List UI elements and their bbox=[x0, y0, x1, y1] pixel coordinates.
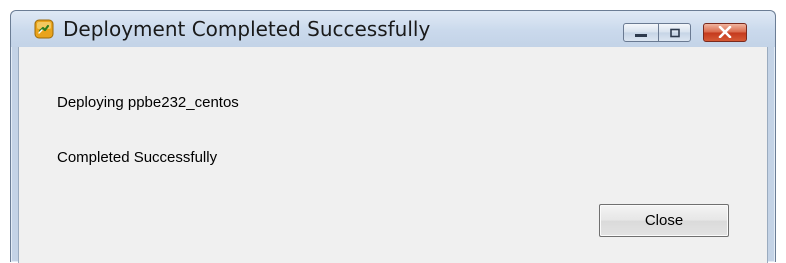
minimize-icon bbox=[634, 23, 648, 42]
status-text: Completed Successfully bbox=[57, 149, 218, 166]
dialog-window: Deployment Completed Successfully Deploy… bbox=[10, 10, 776, 263]
deploying-text: Deploying ppbe232_centos bbox=[57, 94, 239, 111]
vsphere-app-icon bbox=[34, 19, 54, 39]
window-title: Deployment Completed Successfully bbox=[63, 17, 431, 41]
minimize-button[interactable] bbox=[623, 23, 659, 42]
maximize-icon bbox=[669, 23, 681, 42]
dialog-content: Deploying ppbe232_centos Completed Succe… bbox=[18, 47, 768, 263]
maximize-button[interactable] bbox=[658, 23, 691, 42]
close-icon bbox=[718, 23, 732, 42]
close-button[interactable]: Close bbox=[599, 204, 729, 237]
window-close-button[interactable] bbox=[703, 23, 747, 42]
title-bar[interactable]: Deployment Completed Successfully bbox=[11, 11, 775, 47]
